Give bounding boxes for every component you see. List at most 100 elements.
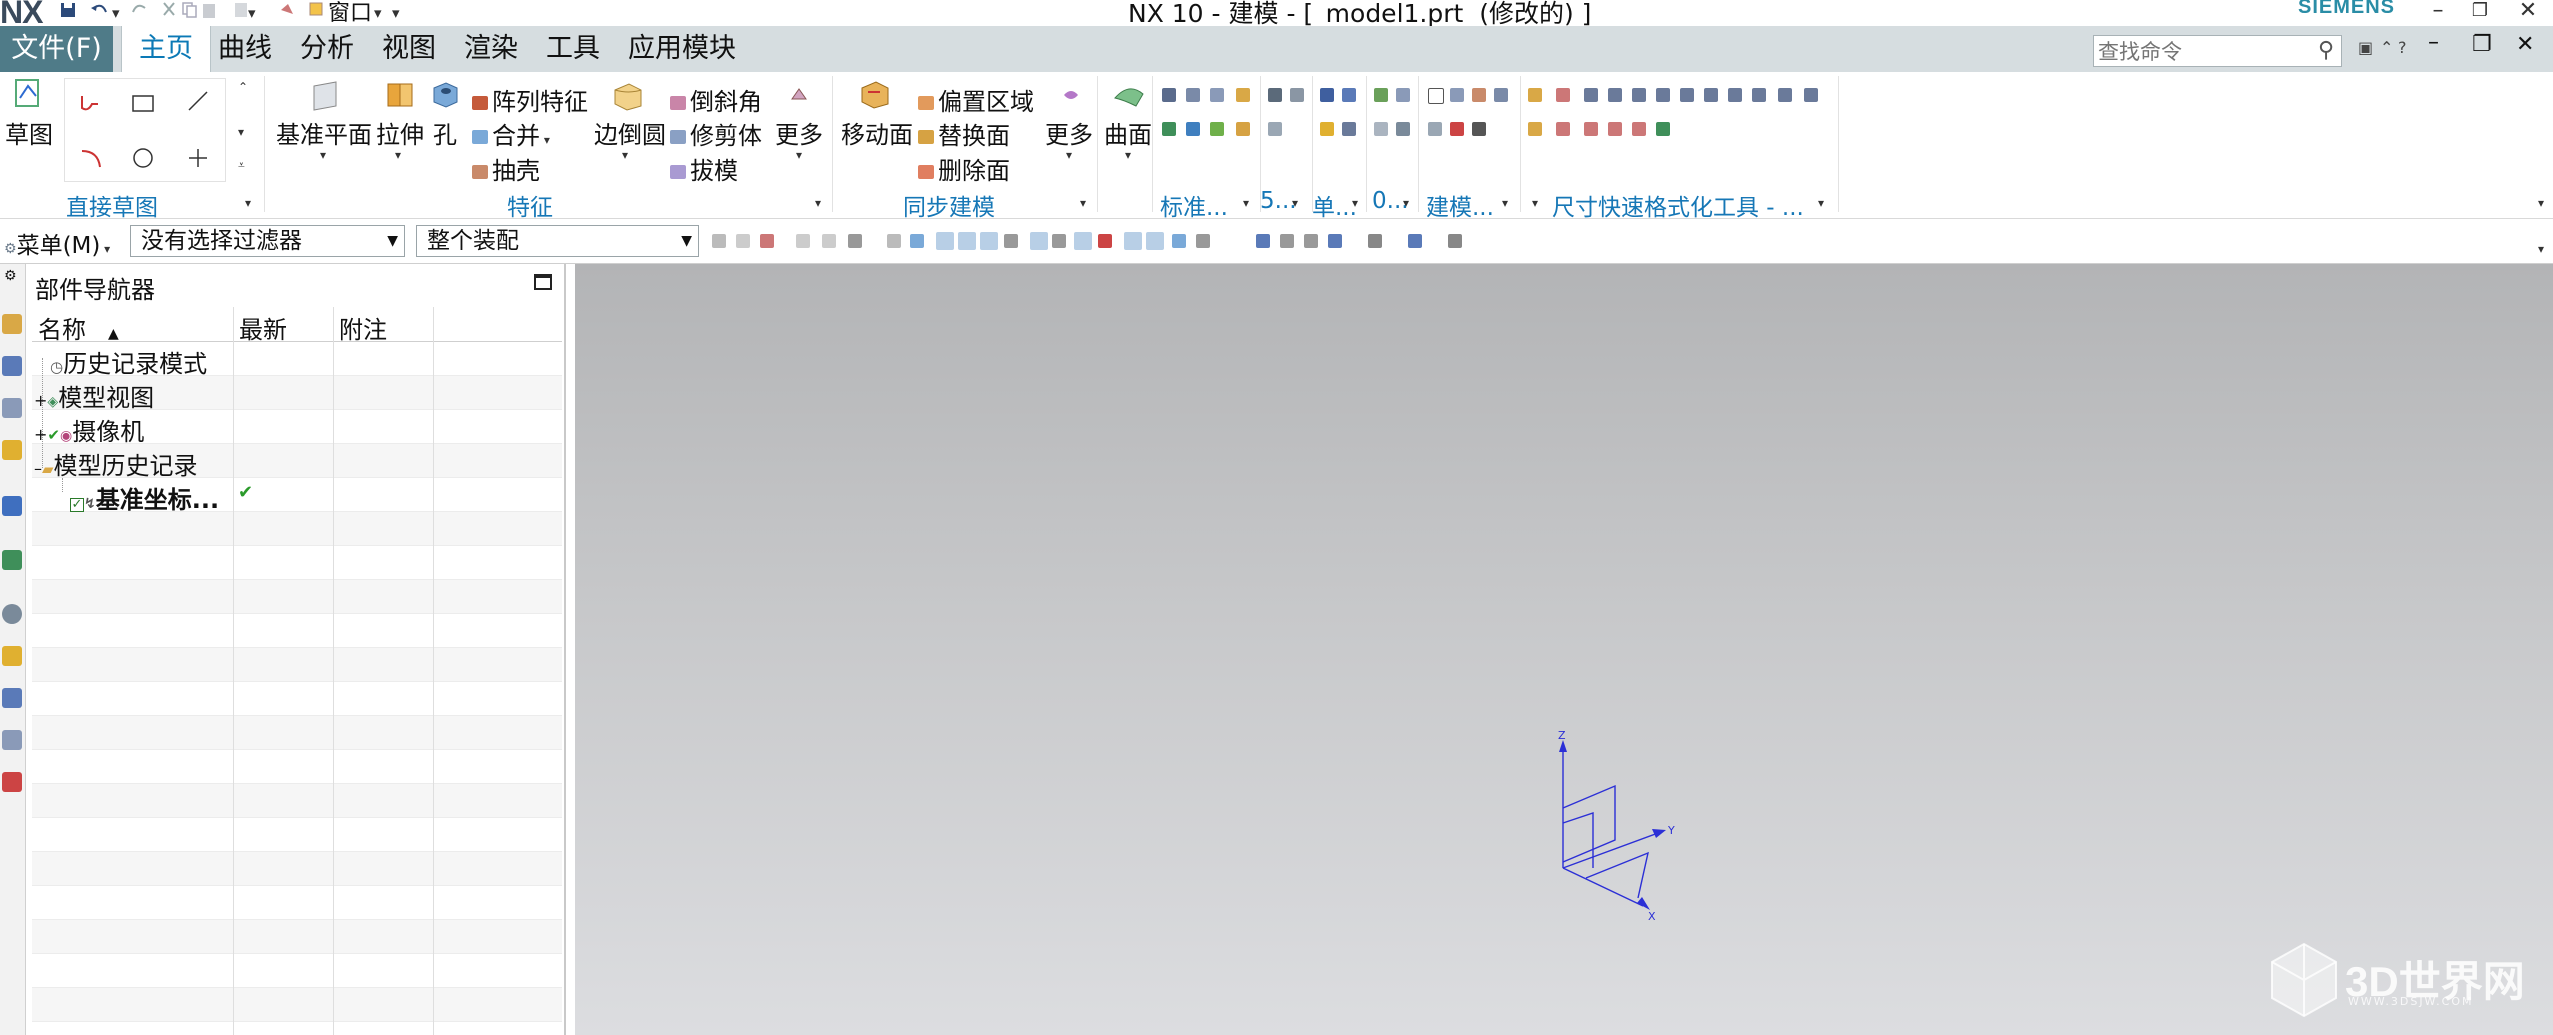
snap-perp-icon[interactable] <box>1052 234 1066 248</box>
checkmark-icon[interactable]: ✔ <box>47 426 60 444</box>
sync-more-button[interactable]: 更多 <box>1045 115 1093 150</box>
dim-tool-7-icon[interactable] <box>1680 88 1694 102</box>
surface-button[interactable]: 曲面 <box>1104 115 1152 150</box>
ribbon-overflow-icon[interactable]: ▾ <box>2538 196 2544 210</box>
sync-more-icon[interactable] <box>1060 82 1082 111</box>
snap-point-icon[interactable] <box>1124 232 1142 250</box>
modeling-tool-6-icon[interactable] <box>1450 122 1464 136</box>
edge-blend-icon[interactable] <box>611 80 645 118</box>
dim-tool-11-icon[interactable] <box>1778 88 1792 102</box>
dim-tool-13-icon[interactable] <box>1528 122 1542 136</box>
standard-tool-8-icon[interactable] <box>1236 122 1250 136</box>
checkbox-icon[interactable]: ✓ <box>70 498 84 512</box>
view-2-icon[interactable] <box>1280 234 1294 248</box>
process-studio-icon[interactable] <box>2 688 22 708</box>
column-header-latest[interactable]: 最新 <box>239 310 287 345</box>
manufacturing-wizard-icon[interactable] <box>2 730 22 750</box>
node-model-history[interactable]: –▰模型历史记录 <box>34 446 198 481</box>
dim-tool-10-icon[interactable] <box>1752 88 1766 102</box>
paste-icon[interactable] <box>200 0 218 22</box>
edge-blend-dropdown-icon[interactable]: ▾ <box>622 148 628 162</box>
dim-tool-9-icon[interactable] <box>1728 88 1742 102</box>
unite-dropdown-icon[interactable]: ▾ <box>540 133 550 147</box>
roles-icon[interactable] <box>2 772 22 792</box>
tab-tools[interactable]: 工具 <box>546 26 600 72</box>
line-icon[interactable] <box>185 88 211 120</box>
tool-0c-icon[interactable] <box>1374 122 1388 136</box>
snap-curve-icon[interactable] <box>1004 234 1018 248</box>
selection-scope-select[interactable]: 整个装配 ▼ <box>416 225 699 257</box>
modeling-tool-4-icon[interactable] <box>1494 88 1508 102</box>
datum-plane-icon[interactable] <box>308 80 342 118</box>
extrude-button[interactable]: 拉伸 <box>376 115 424 150</box>
unite[interactable]: 合并 ▾ <box>472 116 550 151</box>
standard-tool-7-icon[interactable] <box>1210 122 1224 136</box>
main-menu-button[interactable]: ⚙菜单(M) ▾ <box>4 226 110 260</box>
edge-blend-button[interactable]: 边倒圆 <box>594 115 666 150</box>
doc-minimize-icon[interactable]: – <box>2428 30 2439 55</box>
sync-group-menu-icon[interactable]: ▾ <box>1080 196 1086 210</box>
dim-tool-14-icon[interactable] <box>1556 122 1570 136</box>
extrude-dropdown-icon[interactable]: ▾ <box>395 148 401 162</box>
standard-tool-1-icon[interactable] <box>1162 88 1176 102</box>
tool-5c-icon[interactable] <box>1268 122 1282 136</box>
standard-tool-3-icon[interactable] <box>1210 88 1224 102</box>
customize-dropdown-icon[interactable]: ▾ <box>392 4 400 26</box>
modeling-tool-7-icon[interactable] <box>1472 122 1486 136</box>
snap-2-icon[interactable] <box>736 234 750 248</box>
dim-tool-16-icon[interactable] <box>1608 122 1622 136</box>
tool-5b-icon[interactable] <box>1290 88 1304 102</box>
standard-tool-6-icon[interactable] <box>1186 122 1200 136</box>
dim-tool-15-icon[interactable] <box>1584 122 1598 136</box>
dim-format-group-menu-icon[interactable]: ▾ <box>1818 196 1824 210</box>
rectangle-icon[interactable] <box>130 92 156 121</box>
tab-analysis[interactable]: 分析 <box>300 26 354 72</box>
delete-face[interactable]: 删除面 <box>918 151 1010 186</box>
command-search-input[interactable] <box>2094 38 2302 66</box>
file-menu[interactable]: 文件(F) <box>0 26 113 72</box>
view-1-icon[interactable] <box>1256 234 1270 248</box>
undo-icon[interactable] <box>88 0 110 22</box>
point-icon[interactable] <box>185 145 211 177</box>
draft[interactable]: 拔模 <box>670 151 738 186</box>
move-face-button[interactable]: 移动面 <box>841 115 913 150</box>
group-0-menu-icon[interactable]: ▾ <box>1403 196 1409 210</box>
single-group-menu-icon[interactable]: ▾ <box>1352 196 1358 210</box>
sketch-icon[interactable] <box>12 78 46 116</box>
standard-tool-2-icon[interactable] <box>1186 88 1200 102</box>
snap-9-icon[interactable] <box>1172 234 1186 248</box>
column-header-note[interactable]: 附注 <box>339 310 387 345</box>
dim-tool-5-icon[interactable] <box>1632 88 1646 102</box>
chamfer[interactable]: 倒斜角 <box>670 82 762 117</box>
snap-10-icon[interactable] <box>1196 234 1210 248</box>
tool-0d-icon[interactable] <box>1396 122 1410 136</box>
sketch-palette-scroll-up-icon[interactable]: ⌃ <box>238 80 248 94</box>
column-header-name[interactable]: 名称 ▲ <box>38 310 119 345</box>
window-icon[interactable] <box>308 0 324 22</box>
view-3-icon[interactable] <box>1304 234 1318 248</box>
tool-5a-icon[interactable] <box>1268 88 1282 102</box>
standard-tool-5-icon[interactable] <box>1162 122 1176 136</box>
sync-more-dropdown-icon[interactable]: ▾ <box>1066 148 1072 162</box>
profile-icon[interactable] <box>78 90 104 122</box>
command-search[interactable] <box>2093 35 2342 67</box>
pattern-feature[interactable]: 阵列特征 <box>472 82 588 117</box>
save-icon[interactable] <box>58 0 78 22</box>
circle-icon[interactable] <box>130 145 156 177</box>
surface-icon[interactable] <box>1112 80 1146 116</box>
snap-line-icon[interactable] <box>980 232 998 250</box>
dim-tool-1-icon[interactable] <box>1528 88 1542 102</box>
snap-8-icon[interactable] <box>910 234 924 248</box>
single-tool-1-icon[interactable] <box>1320 88 1334 102</box>
redo-icon[interactable] <box>130 0 150 22</box>
window-dropdown-icon[interactable]: ▾ <box>374 4 382 26</box>
assembly-navigator-icon[interactable] <box>2 356 22 376</box>
standard-group-menu-icon[interactable]: ▾ <box>1243 196 1249 210</box>
snap-1-icon[interactable] <box>712 234 726 248</box>
surface-dropdown-icon[interactable]: ▾ <box>1125 148 1131 162</box>
datum-plane-dropdown-icon[interactable]: ▾ <box>320 148 326 162</box>
snap-intersect-icon[interactable] <box>1030 232 1048 250</box>
modeling-tool-5-icon[interactable] <box>1428 122 1442 136</box>
dim-tool-12-icon[interactable] <box>1804 88 1818 102</box>
hole-icon[interactable] <box>430 80 460 116</box>
